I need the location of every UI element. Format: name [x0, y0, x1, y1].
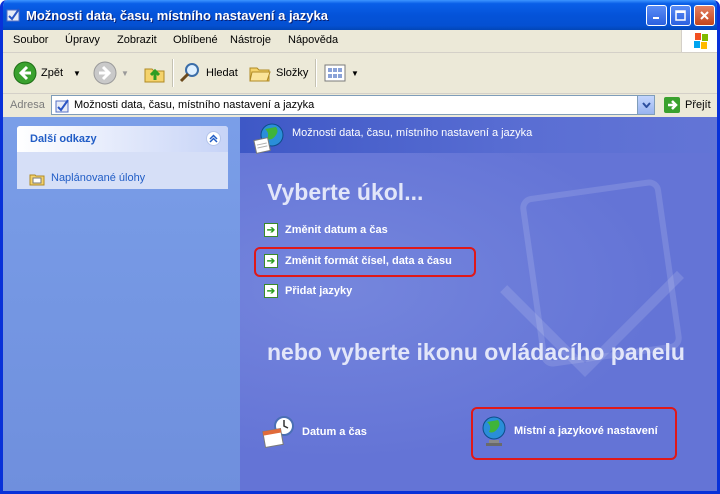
task-label: Přidat jazyky [285, 285, 353, 297]
highlight-annotation [254, 247, 476, 277]
toolbar: Zpět ▼ ▼ Hledat Složky ▼ [3, 53, 717, 94]
menu-tools[interactable]: Nástroje [230, 34, 271, 46]
control-panel-icon [6, 8, 20, 22]
content-area: Možnosti data, času, místního nastavení … [240, 117, 717, 491]
highlight-annotation [471, 407, 677, 460]
go-button[interactable]: Přejít [663, 96, 711, 114]
windows-logo [681, 30, 717, 52]
views-dropdown-icon[interactable]: ▼ [351, 69, 359, 78]
date-time-icon [262, 416, 294, 449]
task-label: Změnit datum a čas [285, 224, 388, 236]
go-arrow-icon [664, 97, 680, 113]
address-field[interactable]: Možnosti data, času, místního nastavení … [51, 95, 655, 115]
sidebar-link-scheduled-tasks[interactable]: Naplánované úlohy [29, 170, 145, 186]
green-arrow-icon: ➔ [264, 284, 278, 298]
menu-view[interactable]: Zobrazit [117, 34, 157, 46]
menu-bar: Soubor Úpravy Zobrazit Oblíbené Nástroje… [3, 30, 717, 53]
pick-icon-heading: nebo vyberte ikonu ovládacího panelu [267, 339, 685, 365]
applet-label: Datum a čas [302, 426, 367, 438]
category-title: Možnosti data, času, místního nastavení … [292, 127, 533, 139]
address-value: Možnosti data, času, místního nastavení … [74, 99, 315, 111]
other-links-header[interactable]: Další odkazy [17, 126, 228, 152]
search-label: Hledat [206, 67, 238, 79]
folders-label: Složky [276, 67, 309, 79]
minimize-icon [653, 17, 659, 19]
forward-button[interactable]: ▼ [93, 53, 129, 93]
chevron-up-icon [209, 134, 218, 143]
explorer-window: Možnosti data, času, místního nastavení … [0, 0, 720, 494]
back-dropdown-icon[interactable]: ▼ [73, 69, 81, 78]
scheduled-tasks-icon [29, 174, 45, 186]
search-icon [179, 63, 199, 83]
back-button[interactable]: Zpět ▼ [13, 53, 81, 93]
folders-button[interactable]: Složky [248, 53, 308, 93]
back-arrow-icon [13, 61, 37, 85]
views-icon [324, 64, 346, 82]
category-header: Možnosti data, času, místního nastavení … [240, 117, 717, 154]
regional-options-icon [253, 123, 284, 154]
other-links-title: Další odkazy [30, 133, 97, 145]
title-bar[interactable]: Možnosti data, času, místního nastavení … [3, 0, 717, 30]
forward-dropdown-icon[interactable]: ▼ [121, 69, 129, 78]
maximize-icon [675, 10, 686, 21]
menu-help[interactable]: Nápověda [288, 34, 338, 46]
pick-task-heading: Vyberte úkol... [267, 179, 424, 205]
close-icon [700, 11, 709, 20]
maximize-button[interactable] [670, 5, 691, 26]
other-links-panel: Další odkazy Naplánované úlohy [17, 126, 228, 189]
toolbar-separator [172, 59, 174, 87]
go-label: Přejít [685, 99, 711, 111]
folders-icon [249, 67, 271, 82]
address-label: Adresa [10, 99, 45, 111]
forward-arrow-icon [93, 61, 117, 85]
close-button[interactable] [694, 5, 715, 26]
window-title: Možnosti data, času, místního nastavení … [26, 8, 328, 23]
chevron-down-icon [641, 102, 651, 108]
minimize-button[interactable] [646, 5, 667, 26]
address-bar: Adresa Možnosti data, času, místního nas… [3, 94, 717, 117]
search-button[interactable]: Hledat [178, 53, 238, 93]
up-folder-button[interactable] [143, 53, 167, 93]
menu-edit[interactable]: Úpravy [65, 34, 100, 46]
folder-up-icon [144, 68, 165, 83]
date-time-applet[interactable]: Datum a čas [262, 415, 367, 449]
task-add-languages[interactable]: ➔ Přidat jazyky [264, 284, 352, 298]
address-dropdown-button[interactable] [637, 96, 654, 114]
windows-flag-icon [694, 33, 708, 49]
control-panel-icon [55, 99, 69, 113]
sidebar-link-label: Naplánované úlohy [51, 172, 146, 184]
menu-file[interactable]: Soubor [13, 34, 48, 46]
menu-favorites[interactable]: Oblíbené [173, 34, 218, 46]
views-button[interactable]: ▼ [323, 53, 359, 93]
collapse-button[interactable] [206, 131, 221, 146]
task-change-date-time[interactable]: ➔ Změnit datum a čas [264, 223, 388, 237]
toolbar-separator [315, 59, 317, 87]
back-label: Zpět [41, 67, 64, 79]
task-pane: Další odkazy Naplánované úlohy [3, 117, 240, 491]
green-arrow-icon: ➔ [264, 223, 278, 237]
